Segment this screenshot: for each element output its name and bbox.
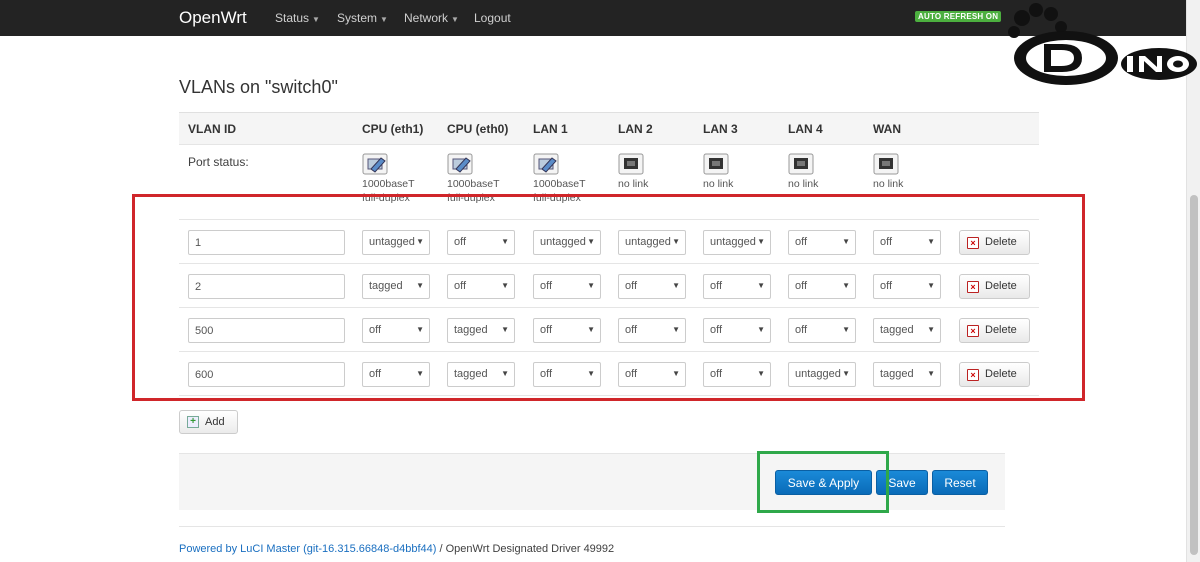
header-lan2: LAN 2 bbox=[618, 122, 653, 136]
add-vlan-button[interactable]: + Add bbox=[179, 410, 238, 434]
port-status-cell: no link bbox=[788, 153, 858, 191]
page-title: VLANs on "switch0" bbox=[179, 77, 338, 97]
port-connected-icon bbox=[362, 153, 388, 175]
port-status-cell: no link bbox=[703, 153, 773, 191]
chevron-down-icon: ▼ bbox=[451, 15, 459, 24]
footer: Powered by LuCI Master (git-16.315.66848… bbox=[179, 543, 614, 555]
chevron-down-icon: ▼ bbox=[312, 15, 320, 24]
table-header: VLAN ID CPU (eth1) CPU (eth0) LAN 1 LAN … bbox=[179, 112, 1039, 144]
port-connected-icon bbox=[447, 153, 473, 175]
header-wan: WAN bbox=[873, 122, 901, 136]
footer-version-text: / OpenWrt Designated Driver 49992 bbox=[436, 543, 615, 555]
menu-status[interactable]: Status ▼ bbox=[275, 11, 320, 25]
chevron-down-icon: ▼ bbox=[380, 15, 388, 24]
port-speed-text: no link bbox=[873, 178, 904, 190]
port-disconnected-icon bbox=[788, 153, 814, 175]
auto-refresh-badge[interactable]: AUTO REFRESH ON bbox=[915, 11, 1002, 22]
header-cpu-eth1: CPU (eth1) bbox=[362, 122, 424, 136]
save-apply-highlight-box bbox=[757, 451, 889, 513]
port-disconnected-icon bbox=[703, 153, 729, 175]
menu-logout[interactable]: Logout bbox=[474, 11, 511, 25]
scrollbar-thumb[interactable] bbox=[1190, 195, 1198, 555]
vlan-rows-highlight-box bbox=[132, 194, 1085, 401]
port-status-cell: no link bbox=[618, 153, 688, 191]
port-speed-text: 1000baseT bbox=[447, 178, 500, 190]
port-speed-text: no link bbox=[703, 178, 734, 190]
port-speed-text: 1000baseT bbox=[533, 178, 586, 190]
port-status-cell: no link bbox=[873, 153, 943, 191]
port-disconnected-icon bbox=[618, 153, 644, 175]
header-cpu-eth0: CPU (eth0) bbox=[447, 122, 509, 136]
port-speed-text: no link bbox=[788, 178, 819, 190]
menu-network[interactable]: Network ▼ bbox=[404, 11, 459, 25]
port-disconnected-icon bbox=[873, 153, 899, 175]
port-connected-icon bbox=[533, 153, 559, 175]
header-vlan-id: VLAN ID bbox=[188, 122, 236, 136]
add-button-label: Add bbox=[205, 416, 225, 428]
footer-divider bbox=[179, 526, 1005, 527]
header-lan3: LAN 3 bbox=[703, 122, 738, 136]
menu-system[interactable]: System ▼ bbox=[337, 11, 388, 25]
menu-status-label: Status bbox=[275, 11, 310, 25]
menu-network-label: Network bbox=[404, 11, 449, 25]
port-status-label: Port status: bbox=[188, 155, 249, 169]
menu-system-label: System bbox=[337, 11, 378, 25]
brand-logo[interactable]: OpenWrt bbox=[179, 8, 247, 28]
port-speed-text: 1000baseT bbox=[362, 178, 415, 190]
port-speed-text: no link bbox=[618, 178, 649, 190]
luci-link[interactable]: Powered by LuCI Master (git-16.315.66848… bbox=[179, 543, 436, 555]
reset-button[interactable]: Reset bbox=[932, 470, 988, 495]
dino-watermark-logo bbox=[1008, 3, 1197, 85]
header-lan1: LAN 1 bbox=[533, 122, 568, 136]
add-icon: + bbox=[187, 416, 199, 428]
header-lan4: LAN 4 bbox=[788, 122, 823, 136]
